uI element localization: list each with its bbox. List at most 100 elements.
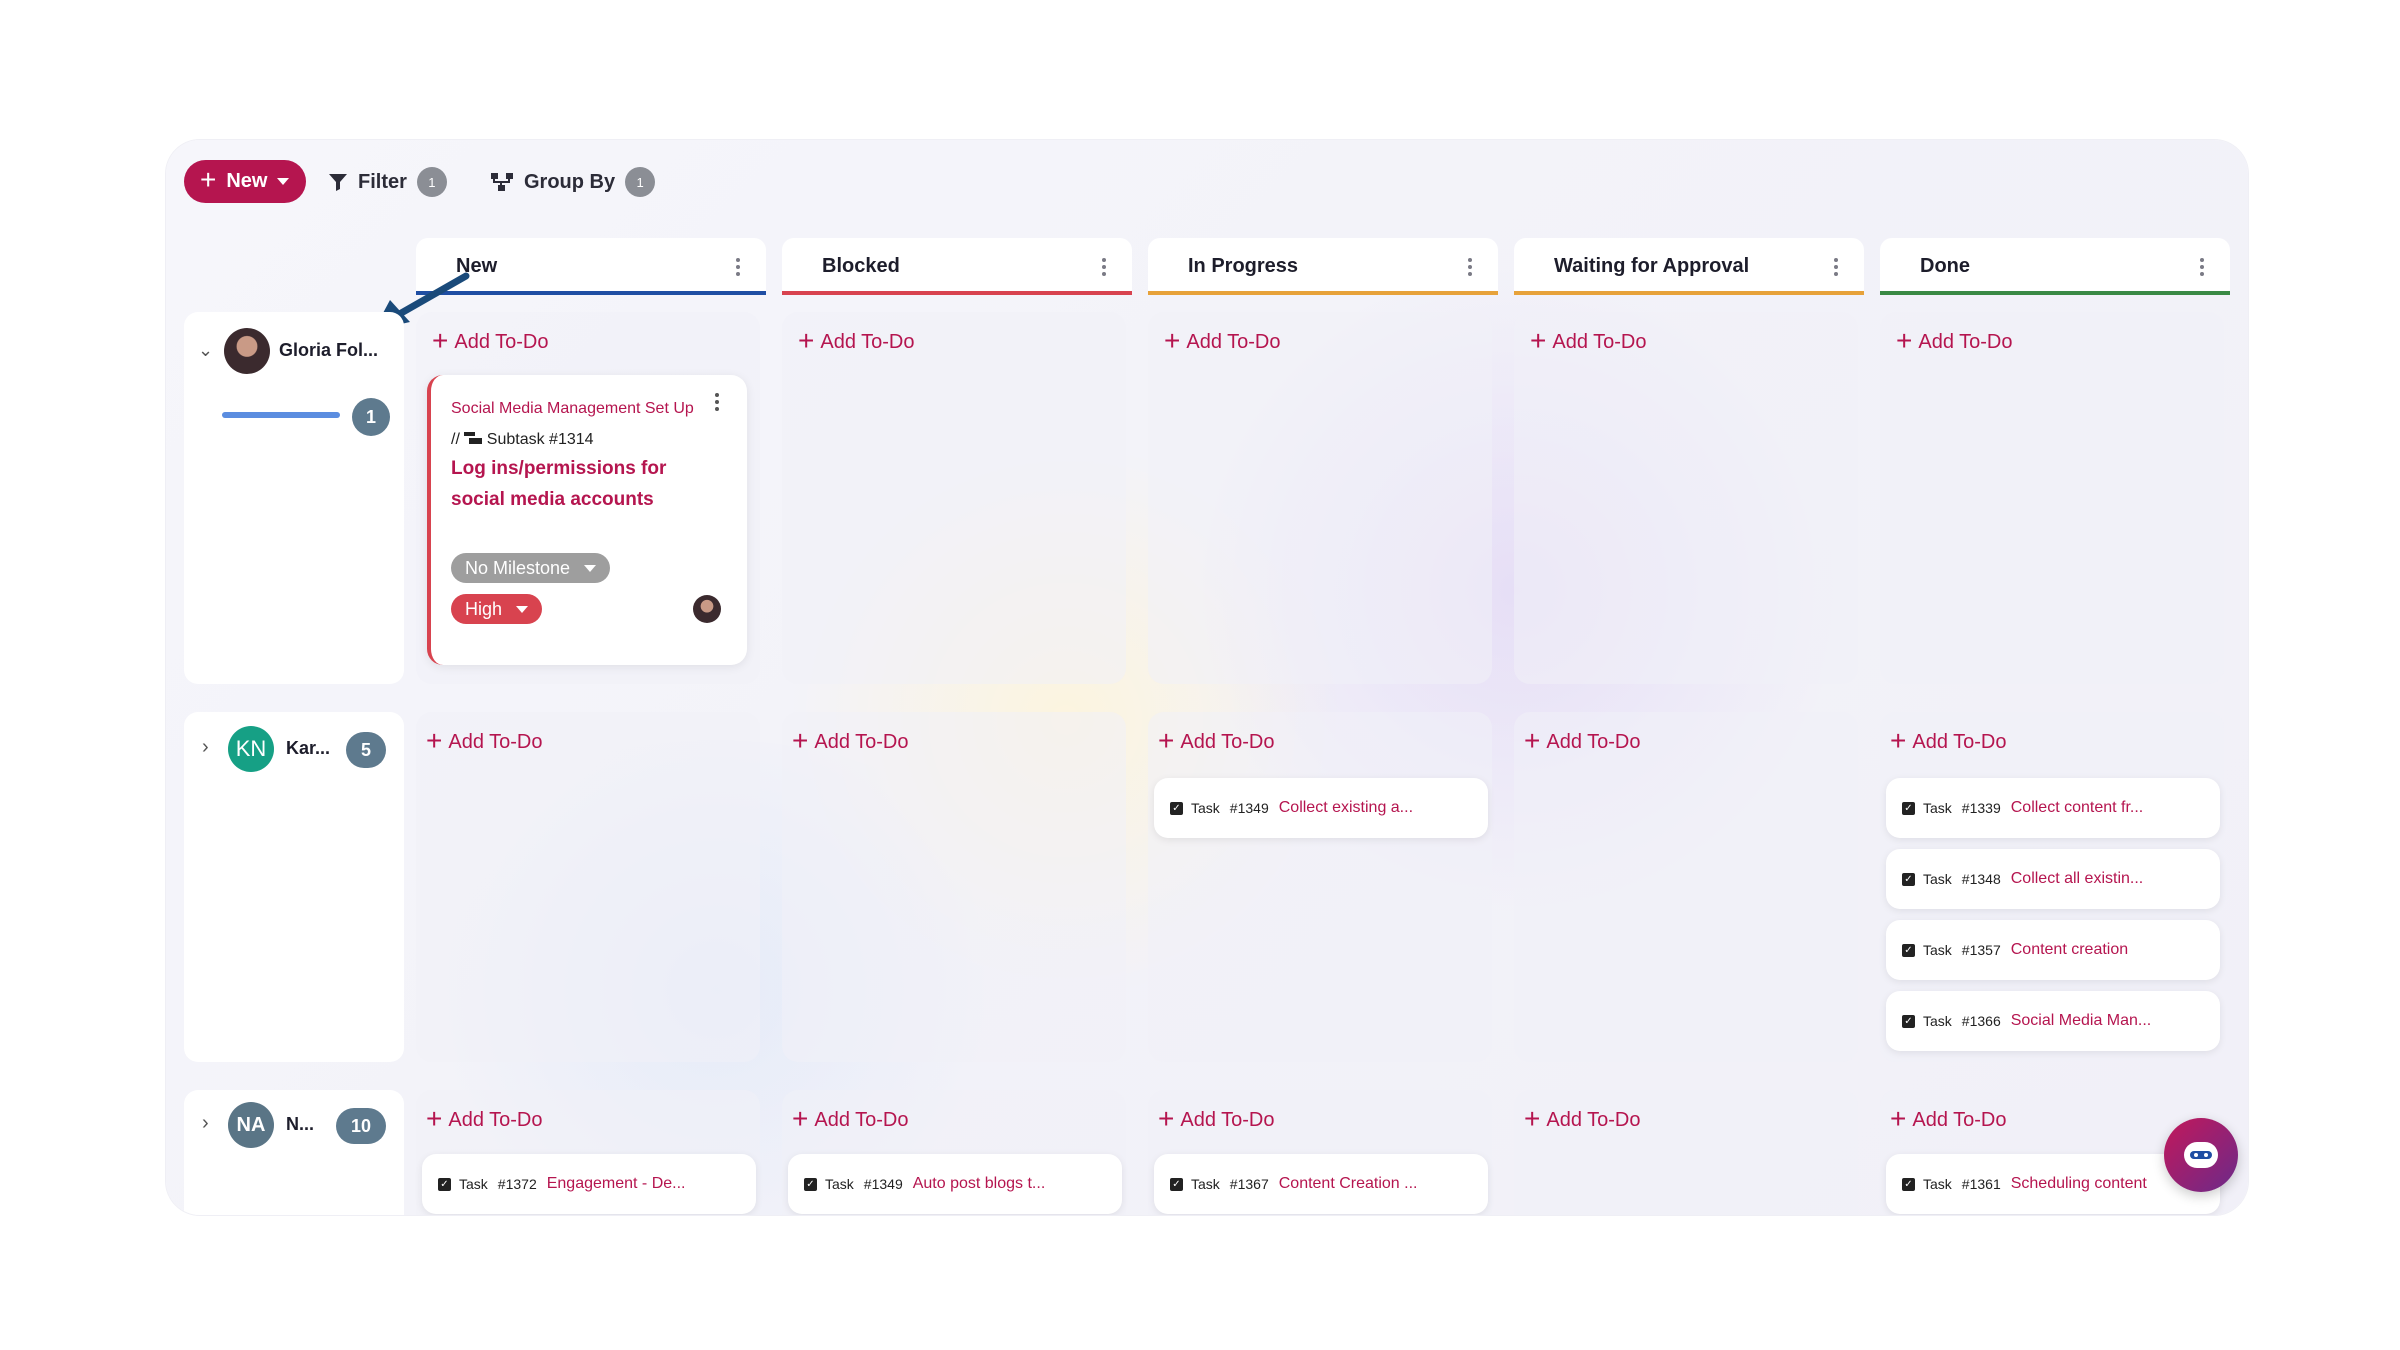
task-id: #1366 (1961, 1013, 2001, 1029)
task-id: #1349 (863, 1176, 903, 1192)
column-title: Waiting for Approval (1554, 255, 1750, 277)
task-id: #1361 (1961, 1176, 2001, 1192)
task-title[interactable]: Engagement - De... (547, 1175, 686, 1193)
group-by-button[interactable]: Group By 1 (490, 162, 656, 202)
more-options-icon[interactable] (1834, 257, 1838, 276)
filter-button[interactable]: Filter 1 (328, 162, 447, 202)
task-item[interactable]: ✓ Task #1348 Collect all existin... (1886, 849, 2220, 909)
task-type: Task (1923, 1176, 1952, 1192)
more-options-icon[interactable] (1468, 257, 1472, 276)
task-item[interactable]: ✓ Task #1372 Engagement - De... (422, 1154, 756, 1214)
checkbox-icon[interactable]: ✓ (1170, 1177, 1183, 1191)
more-options-icon[interactable] (736, 257, 740, 276)
checkbox-icon[interactable]: ✓ (1170, 801, 1183, 815)
add-todo-label: Add To-Do (814, 1109, 909, 1131)
assignee-name: Gloria Fol... (279, 340, 379, 360)
task-type: Task (1191, 1176, 1220, 1192)
task-title[interactable]: Content Creation ... (1279, 1175, 1418, 1193)
task-item[interactable]: ✓ Task #1367 Content Creation ... (1154, 1154, 1488, 1214)
add-todo-label: Add To-Do (1912, 731, 2007, 753)
task-title[interactable]: Scheduling content (2011, 1175, 2147, 1193)
add-todo-button[interactable]: + Add To-Do (792, 727, 909, 755)
add-todo-label: Add To-Do (1912, 1109, 2007, 1131)
milestone-label: No Milestone (465, 557, 571, 578)
add-todo-label: Add To-Do (454, 331, 549, 353)
checkbox-icon[interactable]: ✓ (1902, 801, 1915, 815)
separator: // (451, 431, 460, 448)
chevron-right-icon[interactable]: › (202, 1112, 209, 1135)
task-title[interactable]: Auto post blogs t... (913, 1175, 1046, 1193)
add-todo-button[interactable]: + Add To-Do (1524, 727, 1641, 755)
task-title[interactable]: Social Media Man... (2011, 1012, 2152, 1030)
milestone-dropdown[interactable]: No Milestone (451, 553, 611, 583)
cell-row1-in-progress: + Add To-Do (1148, 312, 1492, 684)
task-id: #1349 (1229, 800, 1269, 816)
chevron-right-icon[interactable]: › (202, 736, 209, 759)
priority-dropdown[interactable]: High (451, 594, 543, 624)
task-title[interactable]: Log ins/permissions for social media acc… (451, 453, 711, 515)
subtask-icon (464, 425, 483, 444)
add-todo-button[interactable]: + Add To-Do (1158, 727, 1275, 755)
chevron-down-icon[interactable]: ⌄ (198, 340, 213, 361)
column-header-done[interactable]: Done (1880, 238, 2230, 295)
assignee-name: N... (286, 1114, 315, 1134)
assignee-avatar[interactable] (693, 595, 721, 623)
group-by-label: Group By (524, 170, 616, 193)
kanban-board: + New Filter 1 Group By 1 New Blocked In… (166, 140, 2248, 1215)
column-header-blocked[interactable]: Blocked (782, 238, 1132, 295)
progress-bar-fill (222, 412, 340, 418)
caret-down-icon (277, 178, 290, 185)
task-title[interactable]: Content creation (2011, 941, 2128, 959)
card-more-options-icon[interactable] (715, 393, 719, 411)
add-todo-button[interactable]: + Add To-Do (426, 727, 543, 755)
add-todo-button[interactable]: + Add To-Do (792, 1105, 909, 1133)
task-item[interactable]: ✓ Task #1357 Content creation (1886, 920, 2220, 980)
cell-row1-blocked: + Add To-Do (782, 312, 1126, 684)
add-todo-button[interactable]: + Add To-Do (798, 327, 915, 355)
add-todo-label: Add To-Do (1546, 1109, 1641, 1131)
task-item[interactable]: ✓ Task #1339 Collect content fr... (1886, 778, 2220, 838)
checkbox-icon[interactable]: ✓ (438, 1177, 451, 1191)
chatbot-button[interactable] (2164, 1118, 2238, 1192)
new-button[interactable]: + New (184, 160, 306, 203)
checkbox-icon[interactable]: ✓ (1902, 872, 1915, 886)
cell-row1-done: + Add To-Do (1880, 312, 2224, 684)
column-title: In Progress (1188, 255, 1299, 277)
add-todo-button[interactable]: + Add To-Do (1524, 1105, 1641, 1133)
task-item[interactable]: ✓ Task #1349 Auto post blogs t... (788, 1154, 1122, 1214)
task-item[interactable]: ✓ Task #1349 Collect existing a... (1154, 778, 1488, 838)
add-todo-button[interactable]: + Add To-Do (432, 327, 549, 355)
task-id: #1339 (1961, 800, 2001, 816)
column-header-waiting-for-approval[interactable]: Waiting for Approval (1514, 238, 1864, 295)
add-todo-button[interactable]: + Add To-Do (1890, 1105, 2007, 1133)
row-group-gloria: ⌄ Gloria Fol... 1 (184, 312, 404, 684)
checkbox-icon[interactable]: ✓ (1902, 943, 1915, 957)
add-todo-label: Add To-Do (448, 1109, 543, 1131)
add-todo-button[interactable]: + Add To-Do (1530, 327, 1647, 355)
more-options-icon[interactable] (1102, 257, 1106, 276)
add-todo-button[interactable]: + Add To-Do (1896, 327, 2013, 355)
filter-icon (329, 174, 347, 191)
task-title[interactable]: Collect existing a... (1279, 799, 1413, 817)
row-group-kar: › KN Kar... 5 (184, 712, 404, 1062)
add-todo-label: Add To-Do (1552, 331, 1647, 353)
add-todo-button[interactable]: + Add To-Do (1164, 327, 1281, 355)
checkbox-icon[interactable]: ✓ (1902, 1014, 1915, 1028)
column-status-bar (1148, 291, 1498, 295)
more-options-icon[interactable] (2200, 257, 2204, 276)
task-card[interactable]: Social Media Management Set Up // Subtas… (427, 375, 747, 665)
column-header-in-progress[interactable]: In Progress (1148, 238, 1498, 295)
add-todo-button[interactable]: + Add To-Do (1158, 1105, 1275, 1133)
add-todo-button[interactable]: + Add To-Do (1890, 727, 2007, 755)
add-todo-button[interactable]: + Add To-Do (426, 1105, 543, 1133)
row-group-na: › NA N... 10 (184, 1090, 404, 1215)
count-badge: 5 (346, 732, 386, 768)
column-status-bar (782, 291, 1132, 295)
task-title[interactable]: Collect all existin... (2011, 870, 2144, 888)
task-title[interactable]: Collect content fr... (2011, 799, 2144, 817)
task-id: #1357 (1961, 942, 2001, 958)
checkbox-icon[interactable]: ✓ (1902, 1177, 1915, 1191)
checkbox-icon[interactable]: ✓ (804, 1177, 817, 1191)
task-item[interactable]: ✓ Task #1366 Social Media Man... (1886, 991, 2220, 1051)
parent-task-link[interactable]: Social Media Management Set Up (451, 400, 694, 417)
